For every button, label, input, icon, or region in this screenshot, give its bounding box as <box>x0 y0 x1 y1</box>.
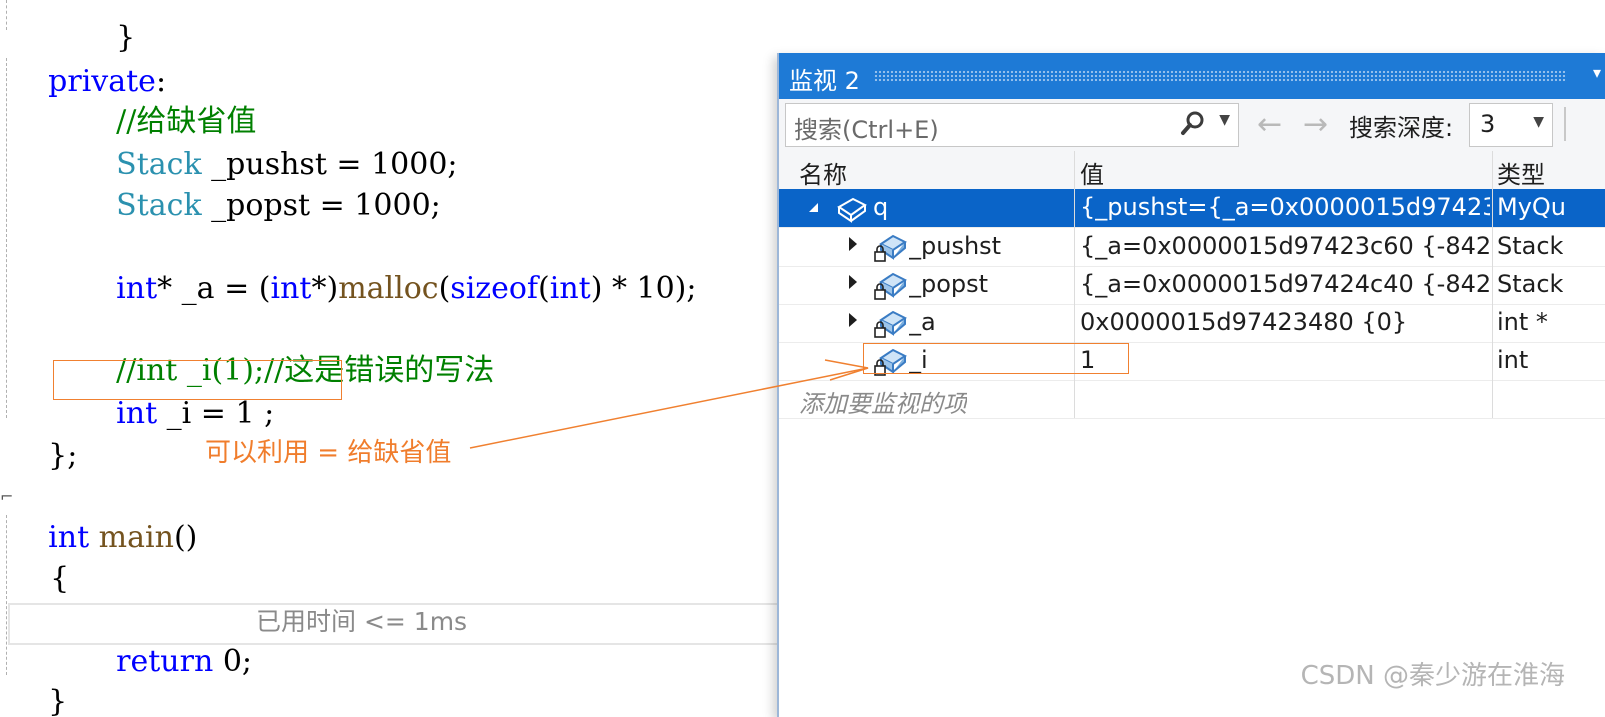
row-type: int * <box>1497 308 1548 336</box>
row-value[interactable]: {_a=0x0000015d97423c60 {-8421... <box>1080 232 1490 260</box>
watch-row-pushst[interactable]: _pushst {_a=0x0000015d97423c60 {-8421...… <box>779 228 1605 267</box>
int-keyword: int <box>116 396 158 431</box>
type-stack: Stack <box>116 188 202 223</box>
main-function: main <box>89 520 174 555</box>
row-type: Stack <box>1497 270 1564 298</box>
column-header-type[interactable]: 类型 <box>1497 155 1545 190</box>
int-i-decl: _i = 1 ; <box>157 396 275 431</box>
code-editor[interactable]: } private: //给缺省值 Stack _pushst = 1000; … <box>0 0 802 717</box>
row-name: _pushst <box>909 232 1002 260</box>
elapsed-time-hint: 已用时间 <= 1ms <box>256 607 468 636</box>
search-icon[interactable] <box>1180 110 1206 138</box>
row-name: q <box>873 193 889 221</box>
code-line: { <box>12 519 69 596</box>
return-value: 0; <box>213 644 253 679</box>
code-token: ) * 10); <box>590 271 697 306</box>
fold-guide <box>6 515 7 675</box>
collapse-icon[interactable]: ⌐ <box>0 487 13 506</box>
code-token: * _a = ( <box>157 271 271 306</box>
code-line: } <box>78 0 135 55</box>
search-depth-value: 3 <box>1480 110 1496 138</box>
locked-object-icon <box>874 310 907 338</box>
code-token: *) <box>311 271 339 306</box>
search-depth-label: 搜索深度: <box>1349 114 1454 142</box>
expand-triangle-icon[interactable] <box>849 237 857 251</box>
code-line: return 0; <box>78 602 252 679</box>
watch-window[interactable]: 监视 2 ▾ 搜索(Ctrl+E) ▼ ← → 搜索深度: 3 ▼ 名称 值 类… <box>777 53 1605 717</box>
code-line: MyQueue q; <box>78 560 301 637</box>
class-end: }; <box>48 438 78 473</box>
row-value[interactable]: {_a=0x0000015d97424c40 {-8421... <box>1080 270 1490 298</box>
fold-guide <box>6 0 7 30</box>
grid-header: 名称 值 类型 <box>779 151 1605 189</box>
expand-triangle-icon[interactable] <box>849 313 857 327</box>
popst-decl: _popst = 1000; <box>201 188 441 223</box>
row-value[interactable]: 0x0000015d97423480 {0} <box>1080 308 1490 336</box>
code-token: ( <box>538 271 550 306</box>
watermark: CSDN @秦少游在淮海 <box>1300 661 1565 691</box>
fold-guide <box>6 58 7 418</box>
locked-object-icon <box>874 234 907 262</box>
toolbar-divider <box>1564 107 1566 141</box>
row-type: int <box>1497 346 1529 374</box>
int-keyword: int <box>116 271 158 306</box>
column-header-name[interactable]: 名称 <box>799 155 847 190</box>
object-icon <box>837 197 867 223</box>
locked-object-icon <box>874 272 907 300</box>
watch-row-q[interactable]: q {_pushst={_a=0x0000015d97423... MyQu <box>779 189 1605 228</box>
search-placeholder: 搜索(Ctrl+E) <box>794 116 939 144</box>
window-menu-icon[interactable]: ▾ <box>1593 63 1601 82</box>
code-line: //给缺省值 <box>78 62 256 139</box>
malloc-call: malloc <box>338 271 439 306</box>
watch-toolbar: 搜索(Ctrl+E) ▼ ← → 搜索深度: 3 ▼ <box>779 99 1605 152</box>
code-line: //int _i(1);//这是错误的写法 <box>78 311 494 388</box>
code-line: }; <box>10 396 77 473</box>
watch-row-a[interactable]: _a 0x0000015d97423480 {0} int * <box>779 304 1605 343</box>
row-value[interactable]: 1 <box>1080 346 1490 374</box>
add-watch-item-placeholder[interactable]: 添加要监视的项 <box>799 384 967 419</box>
column-header-value[interactable]: 值 <box>1080 155 1104 190</box>
collapse-triangle-icon[interactable] <box>809 203 818 212</box>
row-value[interactable]: {_pushst={_a=0x0000015d97423... <box>1080 193 1490 221</box>
sizeof-keyword: sizeof <box>450 271 539 306</box>
code-line: private: <box>10 22 166 99</box>
close-brace: } <box>48 684 68 717</box>
int-keyword: int <box>549 271 591 306</box>
watch-title-bar[interactable]: 监视 2 ▾ <box>779 53 1605 99</box>
drag-grip[interactable] <box>874 70 1567 82</box>
search-input[interactable]: 搜索(Ctrl+E) ▼ <box>785 103 1239 147</box>
annotation-text: 可以利用 = 给缺省值 <box>205 438 452 468</box>
int-keyword: int <box>270 271 312 306</box>
row-name: _popst <box>909 270 989 298</box>
code-line: Stack _pushst = 1000; <box>78 105 457 182</box>
open-brace: { <box>50 561 70 596</box>
code-token: ( <box>438 271 451 306</box>
return-keyword: return <box>116 644 214 679</box>
watch-title: 监视 2 <box>789 67 860 95</box>
search-forward-arrow-icon[interactable]: → <box>1303 107 1328 142</box>
row-name: _a <box>909 308 936 336</box>
column-divider[interactable] <box>1492 151 1493 418</box>
row-type: MyQu <box>1497 193 1567 221</box>
code-line: int main() <box>10 478 197 555</box>
column-divider[interactable] <box>1074 151 1075 418</box>
code-line: } <box>10 642 67 717</box>
expand-triangle-icon[interactable] <box>849 275 857 289</box>
code-line: Stack _popst = 1000; <box>78 146 441 223</box>
search-depth-select[interactable]: 3 ▼ <box>1469 103 1553 147</box>
add-watch-item-row[interactable]: 添加要监视的项 <box>779 380 1605 419</box>
watch-row-popst[interactable]: _popst {_a=0x0000015d97424c40 {-8421... … <box>779 266 1605 305</box>
code-line: int* _a = (int*)malloc(sizeof(int) * 10)… <box>78 229 696 306</box>
highlight-box-int-i <box>53 360 342 400</box>
code-token: () <box>173 520 198 555</box>
search-back-arrow-icon[interactable]: ← <box>1257 107 1282 142</box>
search-options-dropdown-icon[interactable]: ▼ <box>1219 112 1230 128</box>
chevron-down-icon: ▼ <box>1533 114 1544 130</box>
row-type: Stack <box>1497 232 1564 260</box>
highlight-box-watch-i <box>863 343 1129 374</box>
